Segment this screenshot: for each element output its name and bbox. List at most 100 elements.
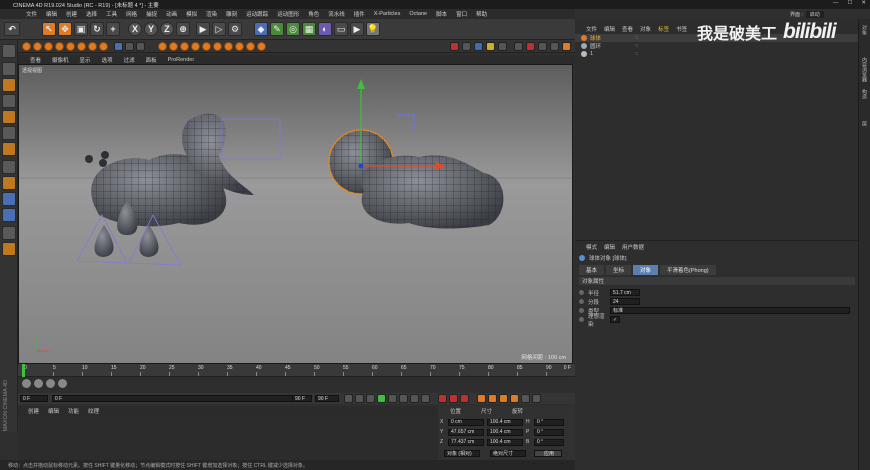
display-icon-8[interactable] <box>550 42 559 51</box>
maximize-icon[interactable]: ☐ <box>847 0 852 6</box>
live-select-icon[interactable]: ↖ <box>42 22 56 36</box>
snap-tool-icon[interactable] <box>2 192 16 206</box>
tweak-mode-icon[interactable] <box>99 42 108 51</box>
layer-icon-2[interactable] <box>169 42 178 51</box>
timeline-ruler[interactable]: 0 5 10 15 20 25 30 35 40 45 50 55 60 65 70 75 80 85 90 0 F <box>18 364 575 377</box>
playhead[interactable] <box>22 364 25 377</box>
current-frame-slider[interactable]: 0 F <box>52 395 312 402</box>
spline-pen-icon[interactable]: ✎ <box>270 22 284 36</box>
right-strip-tab[interactable]: 层 <box>861 121 868 126</box>
attr-menu-item[interactable]: 编辑 <box>604 243 615 251</box>
viewport-menu-item[interactable]: ProRender <box>168 57 195 63</box>
attr-field-value[interactable]: 24 <box>610 298 640 305</box>
render-view-icon[interactable]: ▶ <box>196 22 210 36</box>
menu-item[interactable]: 运动图形 <box>277 10 299 18</box>
visibility-dots-icon[interactable]: :: <box>635 51 638 57</box>
coord-pos-field[interactable]: 47.657 cm <box>448 428 484 436</box>
viewport-menu-item[interactable]: 显示 <box>80 56 91 64</box>
edge-icon[interactable] <box>2 126 16 140</box>
attr-subtab[interactable]: 基本 <box>579 265 605 275</box>
soft-select-icon[interactable] <box>2 176 16 190</box>
deformer-icon[interactable]: ◐ <box>318 22 332 36</box>
keyframe-icon-4[interactable] <box>58 379 67 388</box>
object-manager-menu-item[interactable]: 查看 <box>622 25 633 33</box>
material-menu-item[interactable]: 功能 <box>68 407 79 415</box>
recent-tool-icon[interactable]: + <box>106 22 120 36</box>
display-icon-2[interactable] <box>474 42 483 51</box>
make-editable-icon[interactable] <box>2 44 16 58</box>
visibility-dots-icon[interactable]: :: <box>635 35 638 41</box>
attr-field-value[interactable]: ✓ <box>610 316 620 323</box>
layer-icon-1[interactable] <box>158 42 167 51</box>
prev-frame-icon[interactable] <box>366 394 375 403</box>
param-key-icon[interactable] <box>510 394 519 403</box>
menu-item[interactable]: 渲染 <box>206 10 217 18</box>
checkerboard-icon[interactable] <box>2 62 16 76</box>
object-manager-menu-item[interactable]: 标签 <box>658 25 669 33</box>
snap-settings-icon[interactable] <box>2 208 16 222</box>
layer-icon-5[interactable] <box>202 42 211 51</box>
display-icon-1[interactable] <box>462 42 471 51</box>
timeline-menu-icon[interactable] <box>532 394 541 403</box>
menu-item[interactable]: 模拟 <box>186 10 197 18</box>
z-axis-icon[interactable]: Z <box>160 22 174 36</box>
apply-button[interactable]: 应用 <box>534 450 562 457</box>
menu-item[interactable]: 运动跟踪 <box>246 10 268 18</box>
menu-item[interactable]: X-Particles <box>374 11 401 17</box>
menu-item[interactable]: 捕捉 <box>146 10 157 18</box>
snap-icon[interactable] <box>125 42 134 51</box>
material-area[interactable] <box>18 416 438 460</box>
menu-item[interactable]: 创建 <box>66 10 77 18</box>
right-strip-tab[interactable]: 对象 <box>861 25 868 35</box>
object-row[interactable]: 1:: <box>575 50 858 58</box>
record-icon[interactable] <box>450 42 459 51</box>
display-icon-3[interactable] <box>486 42 495 51</box>
end-frame-field-a[interactable]: 90 F <box>292 395 312 402</box>
material-menu-item[interactable]: 纹理 <box>88 407 99 415</box>
model-icon[interactable] <box>2 94 16 108</box>
coord-pos-field[interactable]: 0 cm <box>448 418 484 426</box>
y-axis-icon[interactable]: Y <box>144 22 158 36</box>
object-manager-menu-item[interactable]: 对象 <box>640 25 651 33</box>
display-icon-7[interactable] <box>538 42 547 51</box>
material-menu-item[interactable]: 编辑 <box>48 407 59 415</box>
model-mode-icon[interactable] <box>22 42 31 51</box>
next-frame-icon[interactable] <box>388 394 397 403</box>
menu-item[interactable]: 插件 <box>354 10 365 18</box>
display-icon-9[interactable] <box>562 42 571 51</box>
layer-icon-6[interactable] <box>213 42 222 51</box>
subdivision-icon[interactable]: ◎ <box>286 22 300 36</box>
attr-radio-icon[interactable] <box>579 308 584 313</box>
record-key-icon[interactable] <box>438 394 447 403</box>
play-icon[interactable] <box>377 394 386 403</box>
workplane-icon[interactable] <box>44 42 53 51</box>
go-end-icon[interactable] <box>410 394 419 403</box>
attr-subtab[interactable]: 坐标 <box>606 265 632 275</box>
attr-radio-icon[interactable] <box>579 299 584 304</box>
viewport-menu-item[interactable]: 查看 <box>30 56 41 64</box>
grid-icon[interactable] <box>2 226 16 240</box>
menu-item[interactable]: 脚本 <box>436 10 447 18</box>
coord-size-field[interactable]: 100.4 cm <box>487 418 523 426</box>
menu-item[interactable]: 帮助 <box>476 10 487 18</box>
points-mode-icon[interactable] <box>55 42 64 51</box>
layer-icon-10[interactable] <box>257 42 266 51</box>
object-manager-menu-item[interactable]: 书签 <box>676 25 687 33</box>
close-icon[interactable]: ✕ <box>861 0 866 6</box>
menu-item[interactable]: Octane <box>409 11 427 17</box>
layout-value[interactable]: 启动 <box>805 11 824 18</box>
auto-key-icon[interactable] <box>449 394 458 403</box>
menu-item[interactable]: 编辑 <box>46 10 57 18</box>
coord-rot-field[interactable]: 0 ° <box>534 438 564 446</box>
coord-pos-field[interactable]: 77.437 cm <box>448 438 484 446</box>
render-picture-icon[interactable]: ▷ <box>212 22 226 36</box>
viewport-menu-item[interactable]: 过滤 <box>124 56 135 64</box>
rotate-icon[interactable]: ↻ <box>90 22 104 36</box>
attr-field-value[interactable]: 标准 <box>610 307 850 314</box>
attr-radio-icon[interactable] <box>579 290 584 295</box>
display-icon-4[interactable] <box>498 42 507 51</box>
menu-item[interactable]: 窗口 <box>456 10 467 18</box>
lock-icon[interactable] <box>2 242 16 256</box>
attr-radio-icon[interactable] <box>579 317 584 322</box>
go-start-icon[interactable] <box>344 394 353 403</box>
